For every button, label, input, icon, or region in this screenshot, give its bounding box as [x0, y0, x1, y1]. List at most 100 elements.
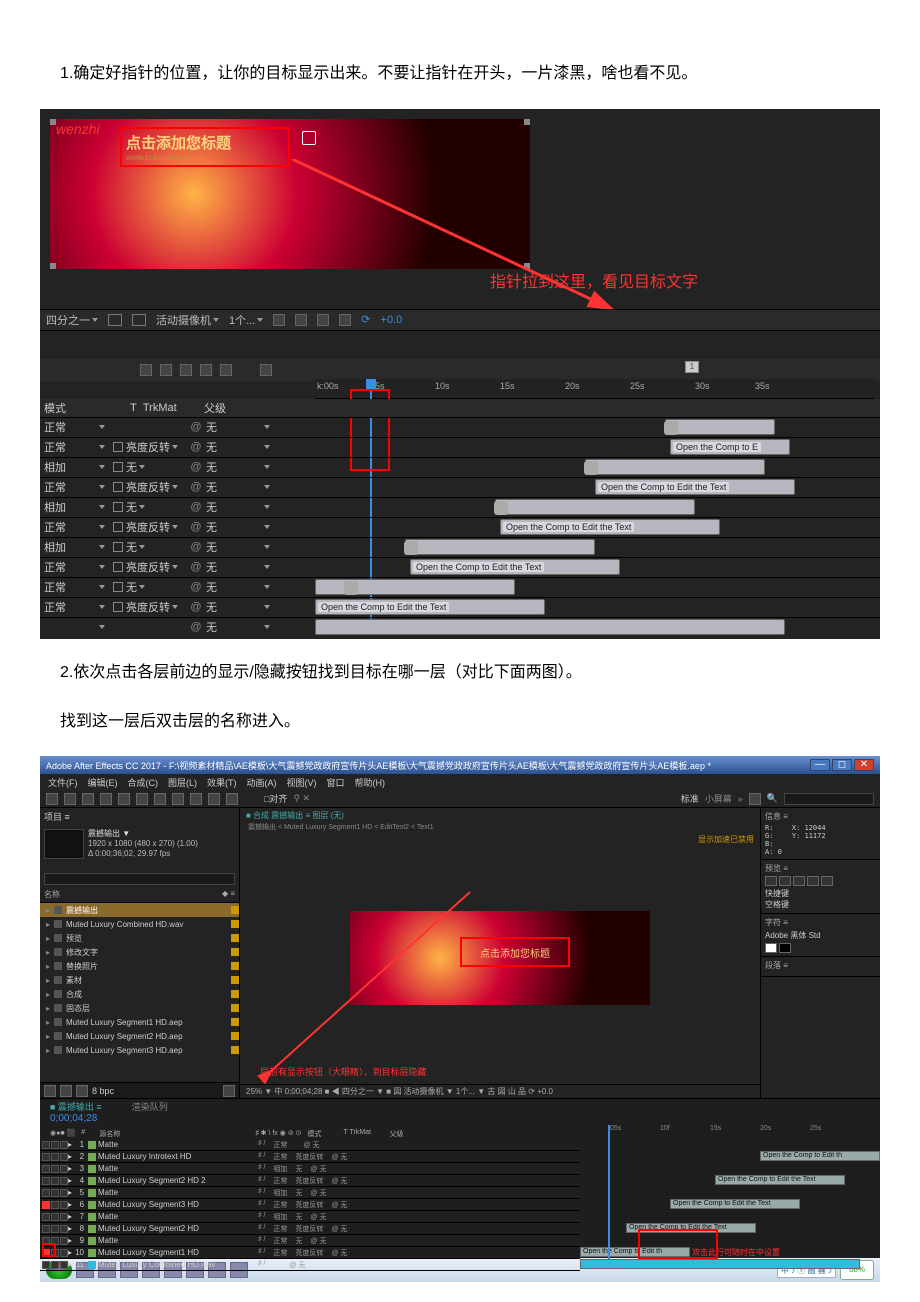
tl2-layer-row[interactable]: ▸2Muted Luxury Introtext HD♯ /正常亮度反转@ 无: [40, 1151, 580, 1163]
comp-marker[interactable]: 1: [685, 361, 699, 373]
mask-icon[interactable]: [132, 314, 146, 326]
tl2-tab-render[interactable]: 渲染队列: [132, 1100, 168, 1113]
project-item[interactable]: ▸Muted Luxury Segment1 HD.aep: [40, 1015, 239, 1029]
prev-frame-button[interactable]: [779, 876, 791, 886]
tool-icon-2[interactable]: [160, 364, 172, 376]
tl2-bar-2[interactable]: Open the Comp to Edit th: [760, 1151, 880, 1161]
menu-item[interactable]: 图层(L): [168, 776, 197, 789]
fill-color-swatch[interactable]: [765, 943, 777, 953]
layer-row[interactable]: 正常亮度反转@无: [40, 517, 880, 537]
camera-dropdown[interactable]: 活动摄像机: [156, 312, 219, 328]
new-comp-icon[interactable]: [76, 1085, 88, 1097]
menubar[interactable]: 文件(F)编辑(E)合成(C)图层(L)效果(T)动画(A)视图(V)窗口帮助(…: [40, 774, 880, 790]
trash-icon[interactable]: [223, 1085, 235, 1097]
tl2-layer-row[interactable]: ▸5Matte♯ /相加无@ 无: [40, 1187, 580, 1199]
tl2-layer-row[interactable]: ▸3Matte♯ /相加无@ 无: [40, 1163, 580, 1175]
layer-bar-3[interactable]: [585, 459, 765, 475]
tl2-layer-row[interactable]: ▸4Muted Luxury Segment2 HD 2♯ /正常亮度反转@ 无: [40, 1175, 580, 1187]
project-item[interactable]: ▸震撼输出: [40, 903, 239, 917]
menu-item[interactable]: 编辑(E): [88, 776, 118, 789]
tool-brush-icon[interactable]: [208, 793, 220, 805]
tl2-layer-row[interactable]: ▸1Matte♯ /正常@ 无: [40, 1139, 580, 1151]
next-frame-button[interactable]: [807, 876, 819, 886]
zoom-dropdown[interactable]: 四分之一: [46, 312, 98, 328]
comp-name[interactable]: 震撼输出 ▼: [88, 829, 198, 839]
snapping-ext-icon[interactable]: ⚲ ✕: [293, 793, 310, 804]
tl2-layer-row[interactable]: ▸8Muted Luxury Segment2 HD♯ /正常亮度反转@ 无: [40, 1223, 580, 1235]
exposure-value[interactable]: +0.0: [381, 314, 403, 326]
tool-icon-5[interactable]: [220, 364, 232, 376]
play-button[interactable]: [793, 876, 805, 886]
comp-preview[interactable]: 点击添加您标题 层前有显示按钮（大眼睛），到目标层隐藏 显示加速已禁用: [240, 832, 760, 1084]
tl2-bar-4[interactable]: Open the Comp to Edit the Text: [715, 1175, 845, 1185]
tool-icon-1[interactable]: [140, 364, 152, 376]
tool-icon-3[interactable]: [180, 364, 192, 376]
layer-bar-11[interactable]: [315, 619, 785, 635]
project-item[interactable]: ▸Muted Luxury Segment3 HD.aep: [40, 1043, 239, 1057]
comp-tab[interactable]: ■ 合成 震撼输出 ≡ 图层 (无): [246, 810, 344, 820]
menu-item[interactable]: 视图(V): [287, 776, 317, 789]
tl2-bar-11[interactable]: [580, 1259, 860, 1269]
tl2-bar-6[interactable]: Open the Comp to Edit the Text: [670, 1199, 800, 1209]
bpc-toggle[interactable]: 8 bpc: [92, 1086, 114, 1096]
tool-clone-icon[interactable]: [226, 793, 238, 805]
layer-bar-7[interactable]: [405, 539, 595, 555]
tool-rotate-icon[interactable]: [100, 793, 112, 805]
panels-label[interactable]: 小屏幕: [705, 792, 732, 805]
minimize-button[interactable]: —: [810, 759, 830, 771]
tool-icon-4[interactable]: [200, 364, 212, 376]
tl2-layer-row[interactable]: ▸6Muted Luxury Segment3 HD♯ /正常亮度反转@ 无: [40, 1199, 580, 1211]
vb-icon-2[interactable]: [295, 314, 307, 326]
tool-pen-icon[interactable]: [172, 793, 184, 805]
vb-icon-1[interactable]: [273, 314, 285, 326]
menu-item[interactable]: 窗口: [327, 776, 345, 789]
project-item[interactable]: ▸合成: [40, 987, 239, 1001]
comp-breadcrumb[interactable]: 震撼输出 < Muted Luxury Segment1 HD < EditTe…: [240, 822, 760, 832]
viewer-controls[interactable]: 四分之一 活动摄像机 1个... ⟳ +0.0: [40, 309, 880, 331]
timeline-ruler[interactable]: k:00s 05s 10s 15s 20s 25s 30s 35s 1: [315, 379, 874, 399]
layer-bar-2[interactable]: Open the Comp to E: [670, 439, 790, 455]
refresh-icon[interactable]: ⟳: [361, 313, 370, 326]
timecode[interactable]: 0;00;04;28: [40, 1113, 880, 1124]
font-name[interactable]: Adobe 黑体 Std: [765, 930, 876, 941]
project-item[interactable]: ▸替换照片: [40, 959, 239, 973]
project-item[interactable]: ▸素材: [40, 973, 239, 987]
layer-bar-10[interactable]: Open the Comp to Edit the Text: [315, 599, 545, 615]
layer-bar-8[interactable]: Open the Comp to Edit the Text: [410, 559, 620, 575]
col-name-header[interactable]: 名称: [44, 889, 222, 900]
layer-bar-1[interactable]: [665, 419, 775, 435]
first-frame-button[interactable]: [765, 876, 777, 886]
layer-row[interactable]: 相加无@无: [40, 497, 880, 517]
col-trkmat[interactable]: T TrkMat: [130, 402, 200, 414]
stroke-color-swatch[interactable]: [779, 943, 791, 953]
cc-library-icon[interactable]: [749, 793, 761, 805]
tool-zoom-icon[interactable]: [82, 793, 94, 805]
tool-select-icon[interactable]: [46, 793, 58, 805]
layer-bar-5[interactable]: [495, 499, 695, 515]
search-help-input[interactable]: [784, 793, 874, 805]
tl2-playhead[interactable]: [608, 1125, 610, 1259]
viewer-footer[interactable]: 25% ▼ 中 0;00;04;28 ■ ◀ 四分之一 ▼ ■ 図 活动摄像机 …: [240, 1084, 760, 1098]
col-parent[interactable]: 父级: [200, 400, 310, 416]
tl2-layer-row[interactable]: ▸9Matte♯ /正常无@ 无: [40, 1235, 580, 1247]
tool-pan-icon[interactable]: [136, 793, 148, 805]
vb-icon-4[interactable]: [339, 314, 351, 326]
vb-icon-3[interactable]: [317, 314, 329, 326]
col-tags-icon[interactable]: ◆ ≡: [222, 889, 235, 900]
snapping-icon[interactable]: □对齐: [264, 792, 287, 805]
tl2-layer-row[interactable]: ▸10Muted Luxury Segment1 HD♯ /正常亮度反转@ 无: [40, 1247, 580, 1259]
layer-bar-4[interactable]: Open the Comp to Edit the Text: [595, 479, 795, 495]
layer-bar-6[interactable]: Open the Comp to Edit the Text: [500, 519, 720, 535]
tl2-tab-comp[interactable]: ■ 震撼输出 ≡: [50, 1100, 102, 1113]
col-mode[interactable]: 模式: [40, 400, 130, 416]
tool-text-icon[interactable]: [190, 793, 202, 805]
project-item[interactable]: ▸预览: [40, 931, 239, 945]
tl2-layer-row[interactable]: ▸11Muted Luxury Combined HD.wav♯ /@ 无: [40, 1259, 580, 1271]
close-button[interactable]: ✕: [854, 759, 874, 771]
menu-item[interactable]: 文件(F): [48, 776, 78, 789]
project-search-input[interactable]: [44, 873, 235, 885]
new-folder-icon[interactable]: [60, 1085, 72, 1097]
project-item[interactable]: ▸修改文字: [40, 945, 239, 959]
tool-camera-icon[interactable]: [118, 793, 130, 805]
tool-icon-6[interactable]: [260, 364, 272, 376]
